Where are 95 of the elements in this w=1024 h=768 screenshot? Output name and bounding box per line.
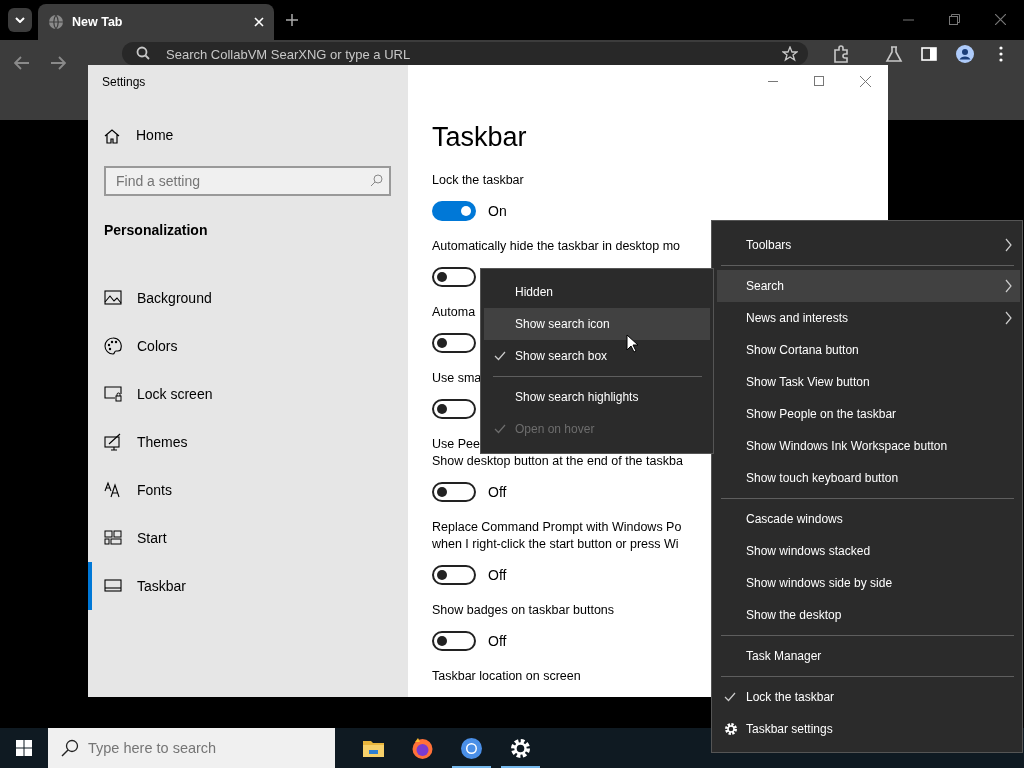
forward-icon[interactable] bbox=[50, 56, 66, 70]
setting-label: Use Pee bbox=[432, 436, 480, 453]
restore-icon[interactable] bbox=[949, 14, 960, 25]
back-icon[interactable] bbox=[14, 56, 30, 70]
menu-item[interactable]: Toolbars bbox=[712, 229, 1022, 261]
chevron-right-icon bbox=[1005, 279, 1012, 293]
setting-label: Show desktop button at the end of the taskba bbox=[432, 453, 683, 470]
menu-item[interactable]: Show People on the taskbar bbox=[712, 398, 1022, 430]
font-icon bbox=[104, 481, 122, 499]
gear-icon bbox=[509, 736, 532, 760]
monitor-brush-icon bbox=[104, 433, 122, 451]
maximize-icon[interactable] bbox=[814, 76, 824, 86]
page-title: Taskbar bbox=[432, 121, 528, 154]
image-icon bbox=[104, 289, 122, 307]
toggle-state: Off bbox=[488, 565, 507, 585]
toggle-switch[interactable] bbox=[432, 267, 476, 287]
profile-icon[interactable] bbox=[956, 45, 974, 63]
setting-label: Taskbar location on screen bbox=[432, 668, 581, 685]
window-title: Settings bbox=[102, 74, 147, 91]
menu-item[interactable]: Show the desktop bbox=[712, 599, 1022, 631]
sidebar-item[interactable]: Themes bbox=[88, 418, 408, 466]
section-heading: Personalization bbox=[104, 221, 209, 240]
address-placeholder: Search CollabVM SearXNG or type a URL bbox=[166, 46, 411, 64]
menu-item[interactable]: News and interests bbox=[712, 302, 1022, 334]
gear-icon bbox=[724, 722, 738, 736]
flask-icon[interactable] bbox=[885, 45, 903, 63]
firefox-icon bbox=[411, 736, 434, 760]
taskbar-search-field[interactable]: Type here to search bbox=[48, 728, 335, 768]
menu-item[interactable]: Show Task View button bbox=[712, 366, 1022, 398]
tab-search-button[interactable] bbox=[8, 8, 32, 32]
globe-icon bbox=[48, 14, 64, 30]
lock-screen-icon bbox=[104, 385, 122, 403]
toggle-switch[interactable] bbox=[432, 565, 476, 585]
menu-item[interactable]: Cascade windows bbox=[712, 503, 1022, 535]
menu-item[interactable]: Task Manager bbox=[712, 640, 1022, 672]
running-indicator bbox=[501, 766, 540, 768]
checkmark-icon bbox=[494, 351, 506, 361]
menu-item[interactable]: Show search highlights bbox=[484, 381, 710, 413]
side-panel-icon[interactable] bbox=[920, 45, 938, 63]
toggle-switch[interactable] bbox=[432, 399, 476, 419]
toggle-state: Off bbox=[488, 482, 507, 502]
menu-item[interactable]: Show Windows Ink Workspace button bbox=[712, 430, 1022, 462]
search-icon bbox=[136, 46, 150, 60]
sidebar-item[interactable]: Start bbox=[88, 514, 408, 562]
checkmark-icon bbox=[494, 424, 506, 434]
toggle-state: Off bbox=[488, 631, 507, 651]
toggle-switch[interactable] bbox=[432, 482, 476, 502]
chevron-right-icon bbox=[1005, 311, 1012, 325]
mouse-cursor-icon bbox=[626, 334, 638, 353]
sidebar-item[interactable]: Fonts bbox=[88, 466, 408, 514]
chromium-icon bbox=[460, 736, 483, 760]
menu-item[interactable]: Show windows stacked bbox=[712, 535, 1022, 567]
toggle-switch[interactable] bbox=[432, 201, 476, 221]
minimize-icon[interactable] bbox=[768, 80, 778, 82]
setting-label: Automa bbox=[432, 304, 476, 321]
setting-label: Use sma bbox=[432, 370, 482, 387]
toggle-switch[interactable] bbox=[432, 333, 476, 353]
menu-item[interactable]: Show search box bbox=[484, 340, 710, 372]
taskbar-icon bbox=[104, 577, 122, 595]
search-field[interactable]: Find a setting bbox=[104, 166, 391, 196]
new-tab-icon[interactable] bbox=[286, 14, 298, 26]
search-icon bbox=[370, 174, 383, 187]
menu-item[interactable]: Show touch keyboard button bbox=[712, 462, 1022, 494]
toggle-state: On bbox=[488, 201, 507, 221]
checkmark-icon bbox=[724, 692, 736, 702]
browser-tab[interactable]: New Tab bbox=[38, 4, 274, 40]
chevron-down-icon bbox=[15, 17, 25, 23]
tiles-icon bbox=[104, 529, 122, 547]
start-icon bbox=[16, 740, 32, 756]
address-bar[interactable]: Search CollabVM SearXNG or type a URL bbox=[122, 42, 808, 65]
palette-icon bbox=[104, 337, 122, 355]
chevron-right-icon bbox=[1005, 238, 1012, 252]
menu-item[interactable]: Search bbox=[717, 270, 1020, 302]
setting-label: Automatically hide the taskbar in desktop mo bbox=[432, 238, 681, 255]
running-indicator bbox=[452, 766, 491, 768]
tab-title: New Tab bbox=[72, 13, 124, 31]
setting-label: Replace Command Prompt with Windows Po bbox=[432, 519, 682, 536]
menu-item[interactable]: Show windows side by side bbox=[712, 567, 1022, 599]
star-icon[interactable] bbox=[782, 46, 798, 62]
menu-item[interactable]: Taskbar settings bbox=[712, 713, 1022, 745]
menu-item[interactable]: Show Cortana button bbox=[712, 334, 1022, 366]
extensions-icon[interactable] bbox=[832, 45, 850, 63]
home-icon bbox=[104, 127, 120, 144]
menu-item[interactable]: Hidden bbox=[484, 276, 710, 308]
sidebar-item[interactable]: Colors bbox=[88, 322, 408, 370]
menu-item[interactable]: Show search icon bbox=[484, 308, 710, 340]
setting-label: Lock the taskbar bbox=[432, 172, 524, 189]
toggle-switch[interactable] bbox=[432, 631, 476, 651]
menu-item[interactable]: Lock the taskbar bbox=[712, 681, 1022, 713]
setting-label: when I right-click the start button or press Wi bbox=[432, 536, 679, 553]
sidebar-item[interactable]: Background bbox=[88, 274, 408, 322]
search-icon bbox=[61, 739, 79, 757]
home-link[interactable]: Home bbox=[104, 125, 408, 146]
setting-label: Show badges on taskbar buttons bbox=[432, 602, 615, 619]
sidebar-item[interactable]: Lock screen bbox=[88, 370, 408, 418]
